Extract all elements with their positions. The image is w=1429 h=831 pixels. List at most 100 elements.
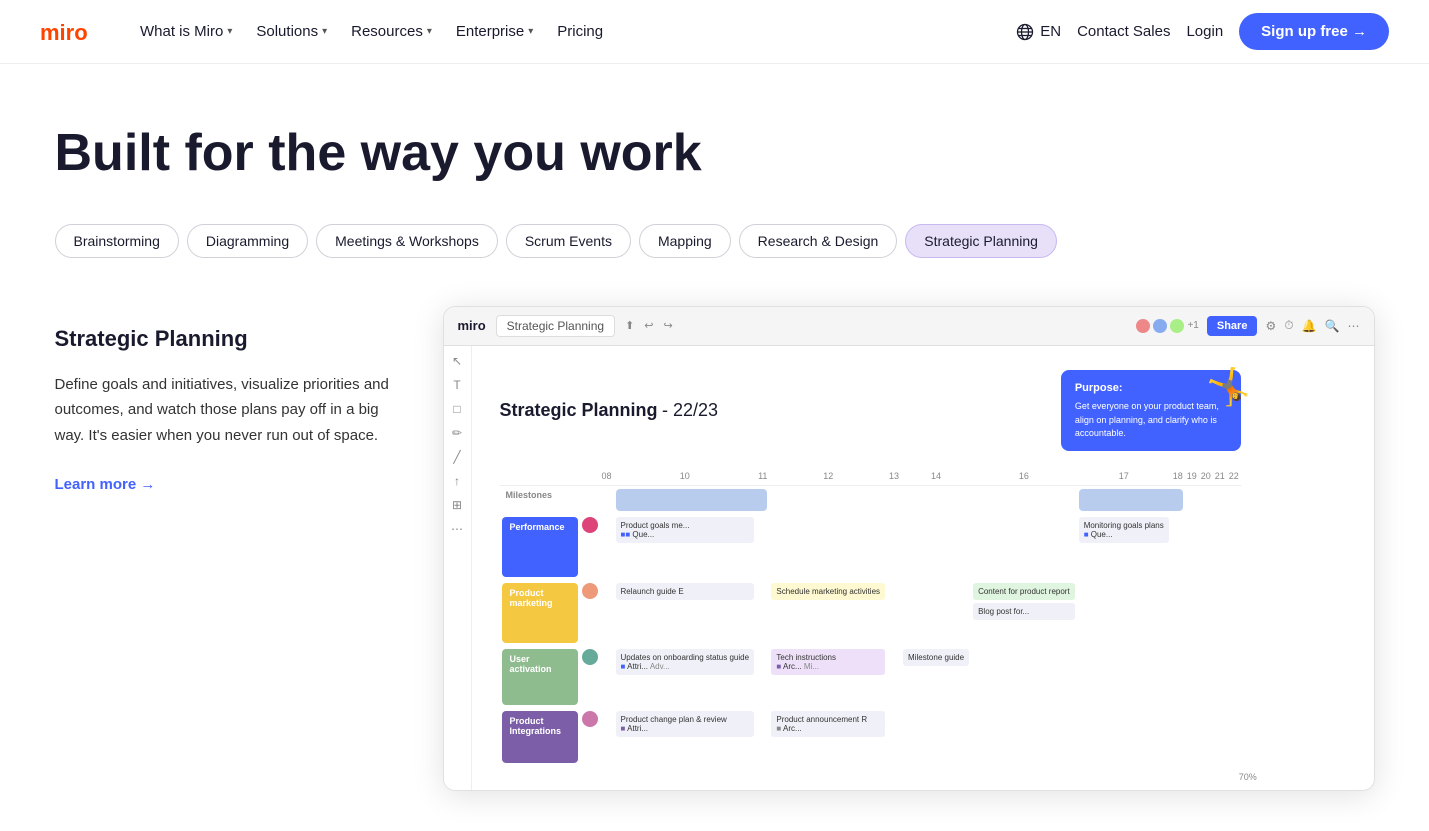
col-14: 14: [901, 467, 971, 486]
tab-strategic-planning[interactable]: Strategic Planning: [905, 224, 1057, 258]
activ-task-1: Updates on onboarding status guide■ Attr…: [616, 649, 755, 675]
shape-icon[interactable]: □: [453, 402, 460, 416]
milestones-block-1: [614, 485, 770, 514]
board-topbar-icons: +1 Share ⚙ ⏱ 🔔 🔍 ⋯: [1136, 316, 1359, 336]
board-upload-icon[interactable]: ⬆: [625, 319, 634, 332]
mktg-empty-6: [1171, 580, 1185, 646]
purpose-emoji: 🤸: [1206, 360, 1251, 414]
product-mktg-avatar: [580, 580, 600, 646]
learn-more-link[interactable]: Learn more →: [55, 476, 395, 493]
perf-avatar: [582, 517, 598, 533]
activ-empty-3: [887, 646, 901, 708]
perf-empty-2: [756, 514, 769, 580]
activ-empty-1: [600, 646, 614, 708]
pen-icon[interactable]: ✏: [452, 426, 462, 440]
milestones-block-2: [1077, 485, 1185, 514]
mktg-empty-2: [756, 580, 769, 646]
activ-empty-5: [1077, 646, 1171, 708]
int-empty-2: [756, 708, 769, 766]
table-row: Performance Product goals me...■■ Que...: [500, 514, 1241, 580]
milestones-avatar: [580, 485, 600, 514]
avatar-3: [1170, 319, 1184, 333]
int-task-1: Product change plan & review■ Attri...: [616, 711, 755, 737]
milestone-bar-2: [1079, 489, 1183, 511]
performance-label: Performance: [502, 517, 578, 577]
user-activ-label-cell: User activation: [500, 646, 580, 708]
milestones-empty-2: [769, 485, 887, 514]
board-menu-icon[interactable]: ⋯: [1348, 319, 1360, 333]
col-11: 11: [756, 467, 769, 486]
activ-card-3: Milestone guide: [901, 646, 971, 708]
mktg-card-2: Schedule marketing activities: [769, 580, 887, 646]
avatar-count: +1: [1187, 320, 1198, 331]
text-icon[interactable]: T: [453, 378, 460, 392]
board-logo: miro: [458, 318, 486, 333]
board-canvas: Strategic Planning - 22/23 Purpose: Get …: [472, 346, 1269, 790]
nav-solutions[interactable]: Solutions ▾: [246, 17, 337, 46]
tab-meetings[interactable]: Meetings & Workshops: [316, 224, 498, 258]
col-12: 12: [769, 467, 887, 486]
board-undo-icon[interactable]: ↩: [644, 319, 653, 332]
user-activ-avatar-circle: [582, 649, 598, 665]
product-int-avatar: [580, 708, 600, 766]
contact-sales-link[interactable]: Contact Sales: [1077, 23, 1170, 40]
language-selector[interactable]: EN: [1016, 23, 1061, 41]
tab-scrum[interactable]: Scrum Events: [506, 224, 631, 258]
product-mktg-label-cell: Product marketing: [500, 580, 580, 646]
activ-task-2: Tech instructions■ Arc... Mi...: [771, 649, 885, 675]
board-timer-icon[interactable]: ⏱: [1284, 318, 1293, 333]
board-search-icon[interactable]: 🔍: [1325, 319, 1340, 333]
int-empty-1: [600, 708, 614, 766]
nav-enterprise[interactable]: Enterprise ▾: [446, 17, 543, 46]
arrow-icon[interactable]: ↑: [454, 474, 460, 488]
perf-task-2: Monitoring goals plans■ Que...: [1079, 517, 1169, 543]
board-redo-icon[interactable]: ↪: [664, 319, 673, 332]
cursor-icon[interactable]: ↖: [452, 354, 462, 368]
perf-empty-5: [901, 514, 971, 580]
col-13: 13: [887, 467, 901, 486]
content-body: Define goals and initiatives, visualize …: [55, 372, 395, 449]
mktg-task-1: Relaunch guide E: [616, 583, 755, 600]
perf-empty-4: [887, 514, 901, 580]
content-description: Strategic Planning Define goals and init…: [55, 306, 395, 494]
nav-pricing[interactable]: Pricing: [547, 17, 613, 46]
product-int-label-cell: Product Integrations: [500, 708, 580, 766]
perf-empty-8: [1185, 514, 1199, 580]
int-card-1: Product change plan & review■ Attri...: [614, 708, 757, 766]
user-activ-label: User activation: [502, 649, 578, 705]
col-19: 19: [1185, 467, 1199, 486]
perf-empty-9: [1199, 514, 1213, 580]
tab-mapping[interactable]: Mapping: [639, 224, 731, 258]
tab-brainstorming[interactable]: Brainstorming: [55, 224, 179, 258]
board-settings-icon[interactable]: ⚙: [1265, 319, 1276, 333]
content-area: Strategic Planning Define goals and init…: [55, 306, 1375, 791]
chevron-down-icon: ▾: [227, 26, 232, 37]
milestones-empty-4: [901, 485, 971, 514]
perf-card-2: Monitoring goals plans■ Que...: [1077, 514, 1171, 580]
nav-what-is-miro[interactable]: What is Miro ▾: [130, 17, 242, 46]
mktg-card-1: Relaunch guide E: [614, 580, 757, 646]
dots-icon[interactable]: ⋯: [451, 522, 463, 536]
nav-resources[interactable]: Resources ▾: [341, 17, 442, 46]
frame-icon[interactable]: ⊞: [452, 498, 462, 512]
grid-header-row: 08 10 11 12 13 14 16 17 18 19 20: [500, 467, 1241, 486]
board-bell-icon[interactable]: 🔔: [1302, 319, 1317, 333]
perf-empty-3: [769, 514, 887, 580]
perf-task-1: Product goals me...■■ Que...: [616, 517, 755, 543]
col-21: 21: [1213, 467, 1227, 486]
login-link[interactable]: Login: [1186, 23, 1223, 40]
signup-button[interactable]: Sign up free →: [1239, 13, 1389, 50]
tab-diagramming[interactable]: Diagramming: [187, 224, 308, 258]
main-content: Built for the way you work Brainstorming…: [15, 64, 1415, 831]
globe-icon: [1016, 23, 1034, 41]
col-18: 18: [1171, 467, 1185, 486]
board-share-button[interactable]: Share: [1207, 316, 1258, 336]
nav-links: What is Miro ▾ Solutions ▾ Resources ▾ E…: [130, 17, 613, 46]
board-main-title: Strategic Planning - 22/23: [500, 400, 719, 421]
nav-left: miro What is Miro ▾ Solutions ▾ Resource…: [40, 17, 613, 46]
line-icon[interactable]: ╱: [453, 450, 460, 464]
logo[interactable]: miro: [40, 18, 98, 46]
col-16: 16: [971, 467, 1077, 486]
tab-research[interactable]: Research & Design: [739, 224, 898, 258]
mktg-empty-5: [1077, 580, 1171, 646]
